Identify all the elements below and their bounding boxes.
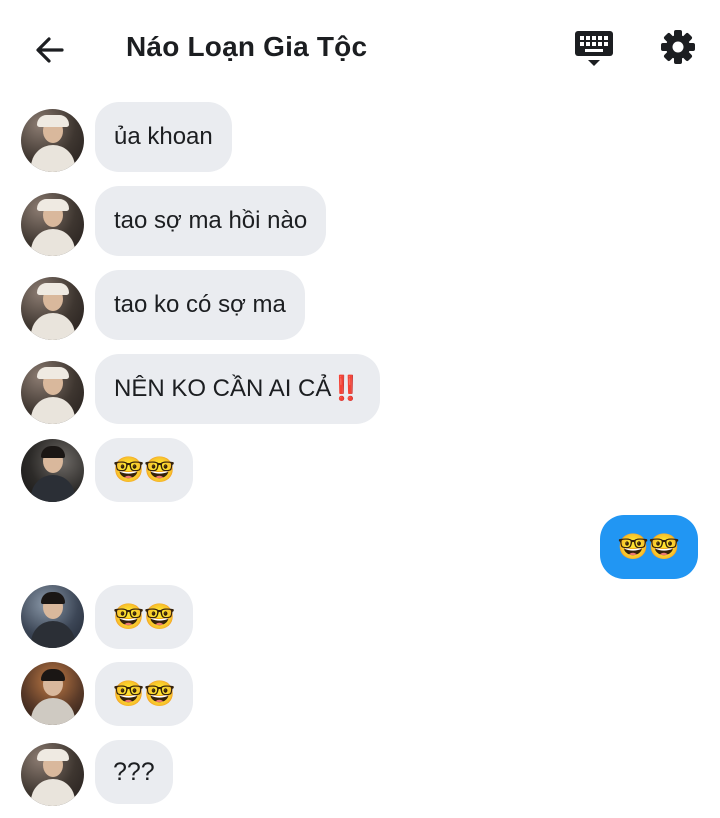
sender-avatar[interactable] <box>21 662 84 725</box>
message-bubble[interactable]: NÊN KO CẦN AI CẢ‼️ <box>95 354 381 424</box>
message-text: tao ko có sợ ma <box>114 291 286 318</box>
message-bubble[interactable]: 🤓🤓 <box>95 662 194 726</box>
message-text: 🤓🤓 <box>113 603 176 631</box>
gear-icon[interactable] <box>658 27 698 67</box>
back-arrow-icon[interactable] <box>30 30 70 70</box>
sender-avatar[interactable] <box>21 277 84 340</box>
message-bubble[interactable]: tao sợ ma hồi nào <box>95 186 327 256</box>
chat-header: Náo Loạn Gia Tộc <box>0 0 720 100</box>
double-exclamation-icon: ‼️ <box>331 375 362 402</box>
keyboard-icon[interactable] <box>572 28 616 70</box>
sender-avatar[interactable] <box>21 439 84 502</box>
message-text: ủa khoan <box>114 123 213 150</box>
message-text: 🤓🤓 <box>113 680 176 708</box>
message-bubble[interactable]: 🤓🤓 <box>95 585 194 649</box>
message-text: 🤓🤓 <box>113 456 176 484</box>
message-text: NÊN KO CẦN AI CẢ <box>114 375 332 402</box>
own-message-bubble[interactable]: 🤓🤓 <box>599 515 698 579</box>
message-text: tao sợ ma hồi nào <box>114 207 308 234</box>
message-text: ??? <box>113 758 155 786</box>
sender-avatar[interactable] <box>21 743 84 806</box>
message-bubble[interactable]: ủa khoan <box>95 102 232 172</box>
sender-avatar[interactable] <box>21 361 84 424</box>
message-bubble[interactable]: tao ko có sợ ma <box>95 270 305 340</box>
sender-avatar[interactable] <box>21 109 84 172</box>
sender-avatar[interactable] <box>21 585 84 648</box>
message-text: 🤓🤓 <box>617 533 680 561</box>
chat-title: Náo Loạn Gia Tộc <box>126 31 368 62</box>
sender-avatar[interactable] <box>21 193 84 256</box>
message-bubble[interactable]: ??? <box>95 740 173 804</box>
message-bubble[interactable]: 🤓🤓 <box>95 438 194 502</box>
